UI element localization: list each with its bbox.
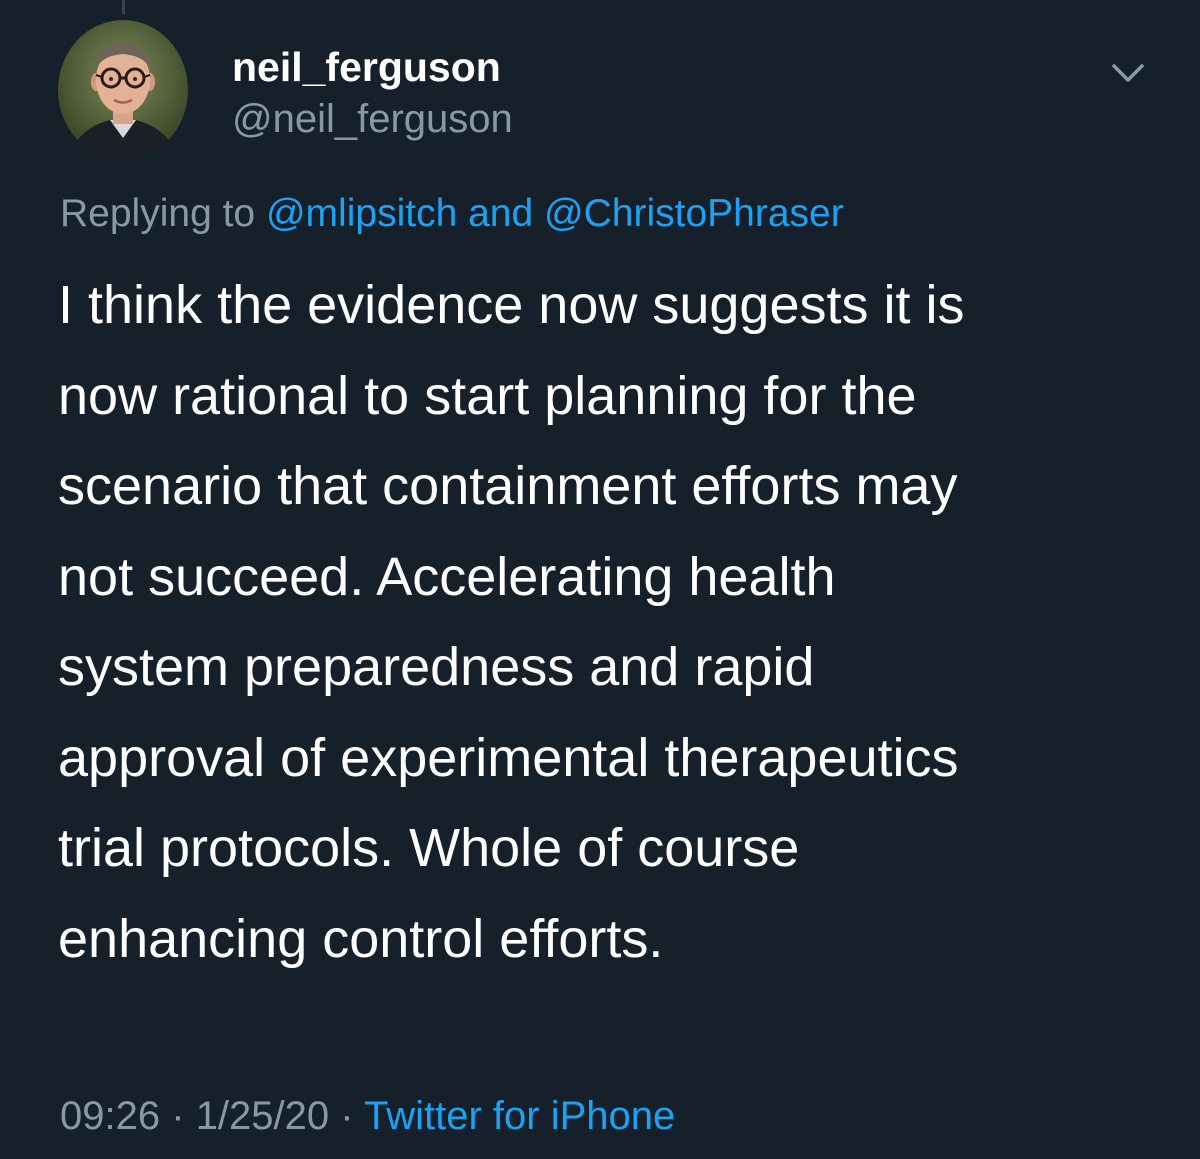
meta-separator: · bbox=[340, 1094, 354, 1138]
tweet-text-line: not succeed. Accelerating health bbox=[58, 546, 836, 607]
meta-separator: · bbox=[171, 1094, 185, 1138]
user-avatar-icon bbox=[58, 20, 188, 160]
tweet-text-line: trial protocols. Whole of course bbox=[58, 818, 800, 878]
tweet-text-line: I think the evidence now suggests it is bbox=[58, 275, 965, 335]
tweet-text-line: enhancing control efforts. bbox=[58, 908, 664, 969]
tweet-text-line: scenario that containment efforts may bbox=[58, 456, 958, 516]
thread-connector-line bbox=[122, 0, 125, 14]
mention-link-mlipsitch[interactable]: @mlipsitch bbox=[266, 192, 457, 235]
tweet-time: 09:26 bbox=[60, 1094, 161, 1138]
author-names: neil_ferguson @neil_ferguson bbox=[232, 44, 513, 142]
tweet-metadata: 09:26 · 1/25/20 · Twitter for iPhone bbox=[60, 1090, 675, 1142]
tweet-source-link[interactable]: Twitter for iPhone bbox=[364, 1094, 675, 1138]
tweet-date: 1/25/20 bbox=[195, 1094, 330, 1138]
author-display-name[interactable]: neil_ferguson bbox=[232, 44, 513, 90]
tweet-text: I think the evidence now suggests it is … bbox=[58, 260, 1158, 984]
mention-link-christophraser[interactable]: @ChristoPhraser bbox=[544, 192, 844, 235]
tweet-text-line: now rational to start planning for the bbox=[58, 365, 917, 426]
mention-conjunction[interactable]: and bbox=[468, 192, 533, 235]
chevron-down-icon bbox=[1112, 64, 1144, 82]
replying-to-label: Replying to bbox=[60, 192, 256, 235]
tweet-menu-button[interactable] bbox=[1108, 56, 1148, 90]
author-handle[interactable]: @neil_ferguson bbox=[232, 96, 513, 142]
author-avatar[interactable] bbox=[58, 20, 188, 160]
tweet-text-line: system preparedness and rapid bbox=[58, 637, 815, 697]
replying-to: Replying to @mlipsitch and @ChristoPhras… bbox=[60, 188, 844, 240]
tweet-text-line: approval of experimental therapeutics bbox=[58, 727, 959, 788]
